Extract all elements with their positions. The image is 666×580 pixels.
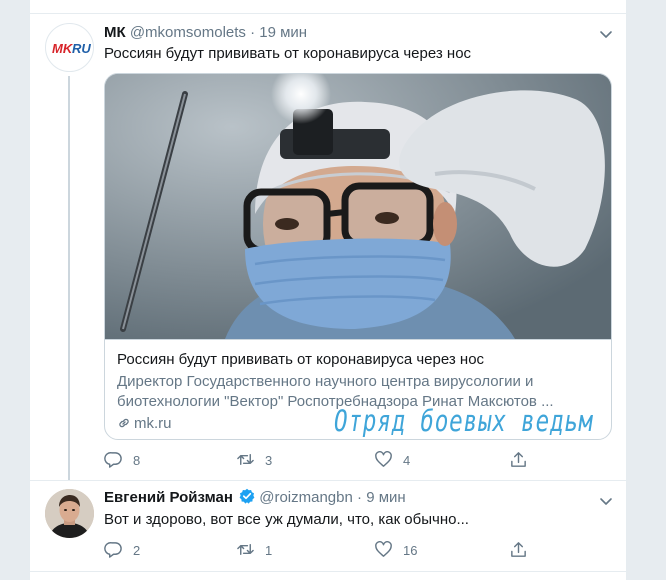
link-card[interactable]: Россиян будут прививать от коронавируса … (104, 73, 612, 440)
reply-icon (104, 542, 122, 558)
tweet-header: МК @mkomsomolets · 19 мин (104, 23, 307, 43)
share-icon (511, 542, 526, 557)
tweet-time[interactable]: 19 мин (259, 24, 307, 41)
tweet-time[interactable]: 9 мин (366, 489, 406, 506)
reply-button[interactable]: 2 (104, 540, 140, 560)
share-button[interactable] (509, 540, 538, 560)
tweet-header: Евгений Ройзман @roizmangbn · 9 мин (104, 488, 406, 508)
share-button[interactable] (509, 450, 538, 470)
like-count: 16 (403, 543, 418, 558)
retweet-button[interactable]: 1 (236, 540, 272, 560)
separator: · (357, 489, 363, 506)
previous-tweet-edge (30, 0, 628, 14)
chevron-down-icon[interactable] (598, 493, 614, 509)
svg-text:MK: MK (52, 41, 74, 56)
watermark: Отряд боевых ведьм (334, 404, 594, 438)
card-title: Россиян будут прививать от коронавируса … (117, 351, 485, 368)
author-name[interactable]: Евгений Ройзман (104, 489, 233, 506)
svg-text:RU: RU (72, 41, 91, 56)
avatar[interactable]: MK RU (45, 23, 94, 72)
chevron-down-icon[interactable] (598, 26, 614, 42)
tweet-actions: 2 1 16 (104, 540, 544, 560)
tweet-actions: 8 3 4 (104, 450, 544, 470)
reply-count: 2 (133, 543, 141, 558)
tweet[interactable]: Евгений Ройзман @roizmangbn · 9 мин Вот … (30, 480, 628, 572)
retweet-icon (237, 454, 254, 465)
reply-icon (104, 452, 122, 468)
author-handle[interactable]: @roizmangbn (259, 489, 353, 506)
separator: · (250, 24, 256, 41)
retweet-icon (237, 544, 254, 555)
tweet[interactable]: MK RU МК @mkomsomolets · 19 мин Россиян … (30, 14, 628, 480)
share-icon (511, 452, 526, 467)
card-image (105, 74, 611, 339)
link-icon (119, 418, 129, 428)
like-button[interactable]: 16 (374, 540, 417, 560)
retweet-count: 1 (265, 543, 273, 558)
like-count: 4 (403, 453, 411, 468)
tweet-text: Вот и здорово, вот все уж думали, что, к… (104, 511, 469, 528)
thread-line (68, 76, 70, 480)
like-icon (375, 451, 392, 467)
retweet-button[interactable]: 3 (236, 450, 272, 470)
author-handle[interactable]: @mkomsomolets (130, 24, 246, 41)
like-button[interactable]: 4 (374, 450, 410, 470)
reply-count: 8 (133, 453, 141, 468)
reply-button[interactable]: 8 (104, 450, 140, 470)
mk-logo: MK RU (52, 41, 91, 56)
tweet-text: Россиян будут прививать от коронавируса … (104, 45, 472, 62)
retweet-count: 3 (265, 453, 273, 468)
author-name[interactable]: МК (104, 24, 126, 41)
like-icon (375, 541, 392, 557)
author-photo (45, 489, 94, 538)
card-domain: mk.ru (134, 415, 172, 432)
verified-icon (239, 488, 255, 504)
avatar[interactable] (45, 489, 94, 538)
timeline: MK RU МК @mkomsomolets · 19 мин Россиян … (29, 0, 628, 580)
